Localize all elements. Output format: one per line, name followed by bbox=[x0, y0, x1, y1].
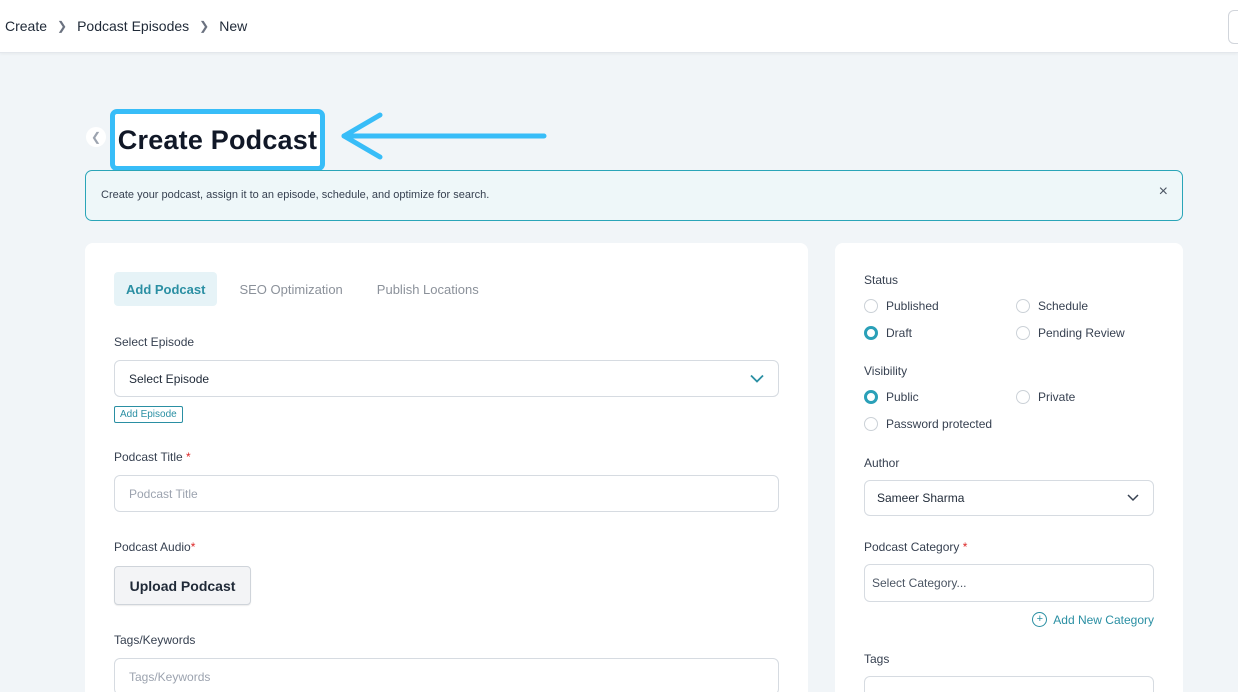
required-marker: * bbox=[962, 540, 968, 554]
radio-checked-icon bbox=[864, 390, 878, 404]
page-title-highlight: Create Podcast bbox=[110, 109, 325, 171]
add-new-category-button[interactable]: + Add New Category bbox=[1032, 612, 1154, 627]
chevron-right-icon: ❯ bbox=[57, 19, 68, 33]
chevron-down-icon bbox=[750, 374, 764, 383]
breadcrumb-item-new: New bbox=[219, 18, 248, 34]
podcast-title-input[interactable]: Podcast Title bbox=[114, 475, 779, 512]
back-chevron-icon[interactable]: ❮ bbox=[86, 127, 106, 147]
visibility-option-private[interactable]: Private bbox=[1016, 390, 1075, 404]
podcast-category-placeholder: Select Category... bbox=[872, 576, 967, 590]
podcast-category-label: Podcast Category * bbox=[864, 540, 968, 554]
radio-icon bbox=[1016, 326, 1030, 340]
chevron-right-icon: ❯ bbox=[199, 19, 210, 33]
visibility-label: Visibility bbox=[864, 364, 908, 378]
select-episode-dropdown[interactable]: Select Episode bbox=[114, 360, 779, 397]
radio-icon bbox=[1016, 390, 1030, 404]
page-title: Create Podcast bbox=[117, 124, 318, 155]
radio-icon bbox=[864, 299, 878, 313]
status-option-schedule[interactable]: Schedule bbox=[1016, 299, 1088, 313]
info-banner-text: Create your podcast, assign it to an epi… bbox=[101, 189, 490, 201]
required-marker: * bbox=[186, 450, 191, 464]
header-action-button[interactable] bbox=[1228, 10, 1238, 44]
publish-settings-card: Status Published Schedule Draft Pending … bbox=[835, 243, 1183, 692]
select-episode-value: Select Episode bbox=[129, 371, 210, 386]
plus-circle-icon: + bbox=[1032, 612, 1048, 627]
author-select[interactable]: Sameer Sharma bbox=[864, 480, 1154, 516]
visibility-option-password-protected[interactable]: Password protected bbox=[864, 417, 992, 431]
radio-checked-icon bbox=[864, 326, 878, 340]
close-icon[interactable]: × bbox=[1159, 183, 1168, 201]
podcast-category-input[interactable]: Select Category... bbox=[864, 564, 1154, 602]
podcast-title-label: Podcast Title * bbox=[114, 450, 191, 464]
tags-keywords-placeholder: Tags/Keywords bbox=[129, 669, 211, 684]
radio-icon bbox=[1016, 299, 1030, 313]
author-label: Author bbox=[864, 456, 900, 470]
tab-publish-locations[interactable]: Publish Locations bbox=[365, 272, 491, 306]
visibility-option-public[interactable]: Public bbox=[864, 390, 919, 404]
radio-icon bbox=[864, 417, 878, 431]
annotation-arrow-icon bbox=[341, 112, 547, 160]
podcast-form-card: Add Podcast SEO Optimization Publish Loc… bbox=[85, 243, 808, 692]
select-episode-label: Select Episode bbox=[114, 335, 195, 349]
tab-add-podcast[interactable]: Add Podcast bbox=[114, 272, 218, 306]
status-option-published[interactable]: Published bbox=[864, 299, 939, 313]
podcast-audio-label: Podcast Audio* bbox=[114, 540, 196, 554]
info-banner: Create your podcast, assign it to an epi… bbox=[85, 170, 1183, 221]
status-option-pending-review[interactable]: Pending Review bbox=[1016, 326, 1125, 340]
author-value: Sameer Sharma bbox=[877, 491, 965, 505]
breadcrumb-item-podcast-episodes[interactable]: Podcast Episodes bbox=[77, 18, 189, 34]
tags-label: Tags bbox=[864, 652, 890, 666]
podcast-title-placeholder: Podcast Title bbox=[129, 486, 198, 501]
status-label: Status bbox=[864, 273, 899, 287]
form-tabs: Add Podcast SEO Optimization Publish Loc… bbox=[114, 272, 501, 306]
upload-podcast-button[interactable]: Upload Podcast bbox=[114, 566, 251, 605]
tags-input[interactable] bbox=[864, 676, 1154, 692]
status-option-draft[interactable]: Draft bbox=[864, 326, 912, 340]
tags-keywords-input[interactable]: Tags/Keywords bbox=[114, 658, 779, 692]
required-marker: * bbox=[190, 540, 196, 554]
breadcrumb: Create ❯ Podcast Episodes ❯ New bbox=[5, 18, 247, 34]
tags-keywords-label: Tags/Keywords bbox=[114, 633, 196, 647]
add-episode-button[interactable]: Add Episode bbox=[114, 406, 183, 423]
breadcrumb-item-create[interactable]: Create bbox=[5, 18, 47, 34]
tab-seo-optimization[interactable]: SEO Optimization bbox=[227, 272, 354, 306]
chevron-down-icon bbox=[1127, 494, 1139, 502]
top-bar: Create ❯ Podcast Episodes ❯ New bbox=[0, 0, 1238, 53]
